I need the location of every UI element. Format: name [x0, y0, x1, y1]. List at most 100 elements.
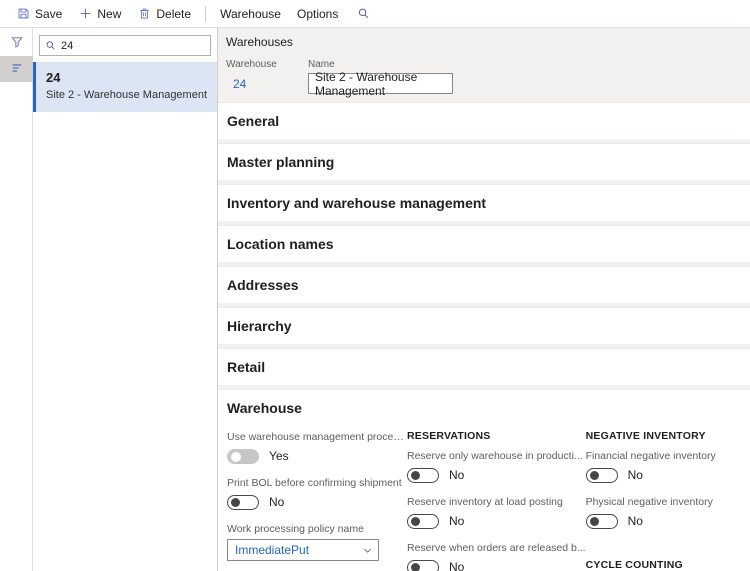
section-master-planning: Master planning [218, 143, 750, 180]
field-physical-negative-inventory: Physical negative inventory No [585, 495, 750, 530]
section-retail: Retail [218, 348, 750, 385]
search-icon [356, 7, 370, 21]
list-item-title: 24 [46, 70, 61, 85]
toggle-use-warehouse-management-processes[interactable] [227, 448, 259, 464]
header-fields: Warehouse 24 Name Site 2 - Warehouse Man… [226, 58, 750, 98]
field-physical-negative-inventory-label: Physical negative inventory [585, 496, 713, 508]
section-warehouse-header[interactable]: Warehouse [218, 390, 750, 426]
warehouse-field-label: Warehouse [226, 59, 277, 70]
section-master-planning-label: Master planning [227, 154, 335, 170]
menu-warehouse[interactable]: Warehouse [212, 0, 289, 27]
toggle-reserve-only-warehouse-in-production[interactable] [407, 467, 439, 483]
page-title: Warehouses [226, 35, 293, 49]
field-reserve-inventory-at-load-posting-label: Reserve inventory at load posting [407, 496, 563, 508]
toggle-use-warehouse-management-processes-value: Yes [269, 449, 289, 463]
list-item-subtitle: Site 2 - Warehouse Management [46, 89, 208, 101]
search-input[interactable] [61, 39, 205, 52]
toggle-financial-negative-inventory[interactable] [585, 467, 618, 483]
warehouse-field-value[interactable]: 24 [226, 73, 302, 94]
field-financial-negative-inventory-row: No [585, 466, 750, 484]
toggle-physical-negative-inventory[interactable] [585, 513, 618, 529]
section-retail-label: Retail [227, 359, 266, 375]
toggle-print-bol-before-confirming-shipment-value: No [269, 495, 285, 509]
left-icon-rail [0, 28, 33, 571]
trash-icon [137, 7, 151, 21]
toggle-physical-negative-inventory-value: No [627, 514, 643, 528]
warehouse-column-1: Use warehouse management proces... Yes P… [227, 430, 407, 571]
save-button[interactable]: Save [8, 0, 70, 27]
save-label: Save [35, 6, 63, 21]
toggle-print-bol-before-confirming-shipment[interactable] [227, 494, 259, 510]
column-3-spacer [586, 541, 750, 559]
section-warehouse-body: Use warehouse management proces... Yes P… [218, 426, 750, 571]
toggle-reserve-inventory-at-load-posting[interactable] [407, 513, 439, 529]
name-field: Name Site 2 - Warehouse Management [308, 58, 453, 98]
field-physical-negative-inventory-row: No [585, 512, 750, 530]
new-label: New [97, 6, 122, 21]
search-box[interactable] [39, 35, 211, 56]
group-title-reservations: Reservations [407, 430, 491, 442]
field-reserve-only-warehouse-in-production-label: Reserve only warehouse in producti... [407, 450, 583, 462]
section-hierarchy-label: Hierarchy [227, 318, 292, 334]
section-addresses-header[interactable]: Addresses [218, 267, 750, 303]
field-financial-negative-inventory-label: Financial negative inventory [585, 450, 716, 462]
list-pane-button[interactable] [0, 56, 33, 82]
filter-pane-button[interactable] [0, 30, 33, 56]
toggle-financial-negative-inventory-value: No [627, 468, 643, 482]
toggle-reserve-when-orders-are-released-value: No [449, 560, 465, 571]
field-use-warehouse-management-processes-row: Yes [227, 447, 407, 465]
search-icon [45, 40, 56, 52]
section-inventory-and-warehouse-management: Inventory and warehouse management [218, 184, 750, 221]
page-header: Warehouses Warehouse 24 Name Site 2 - Wa… [218, 28, 750, 102]
section-retail-header[interactable]: Retail [218, 349, 750, 385]
section-warehouse: Warehouse Use warehouse management proce… [218, 389, 750, 571]
new-button[interactable]: New [70, 0, 129, 27]
command-bar: Save New Delete Warehouse Options [0, 0, 750, 28]
section-inventory-and-warehouse-management-label: Inventory and warehouse management [227, 195, 487, 211]
section-addresses-label: Addresses [227, 277, 299, 293]
chevron-down-icon [362, 545, 373, 556]
field-reserve-inventory-at-load-posting-row: No [407, 512, 586, 530]
field-print-bol-before-confirming-shipment-row: No [227, 493, 407, 511]
list-icon [10, 61, 24, 78]
delete-button[interactable]: Delete [129, 0, 199, 27]
section-hierarchy-header[interactable]: Hierarchy [218, 308, 750, 344]
delete-label: Delete [156, 6, 192, 21]
dropdown-work-processing-policy-name[interactable]: ImmediatePut [227, 539, 379, 561]
section-general-header[interactable]: General [218, 103, 750, 139]
menu-options[interactable]: Options [289, 0, 346, 27]
field-reserve-only-warehouse-in-production-row: No [407, 466, 586, 484]
command-bar-search-button[interactable] [346, 0, 385, 27]
group-title-cycle-counting: Cycle counting [585, 559, 683, 571]
section-location-names-header[interactable]: Location names [218, 226, 750, 262]
field-reserve-when-orders-are-released-label: Reserve when orders are released b... [407, 542, 586, 554]
field-reserve-only-warehouse-in-production: Reserve only warehouse in producti... No [407, 449, 586, 484]
toggle-reserve-only-warehouse-in-production-value: No [449, 468, 465, 482]
records-list-pane: 24 Site 2 - Warehouse Management [33, 28, 218, 571]
section-hierarchy: Hierarchy [218, 307, 750, 344]
list-search-wrap [33, 28, 217, 62]
warehouse-column-2: Reservations Reserve only warehouse in p… [407, 430, 586, 571]
filter-icon [10, 35, 24, 52]
field-financial-negative-inventory: Financial negative inventory No [585, 449, 750, 484]
field-print-bol-before-confirming-shipment: Print BOL before confirming shipment No [227, 476, 407, 511]
section-general-label: General [227, 113, 280, 129]
field-work-processing-policy-name: Work processing policy name ImmediatePut [227, 522, 407, 561]
menu-warehouse-label: Warehouse [220, 6, 281, 21]
list-item[interactable]: 24 Site 2 - Warehouse Management [33, 62, 217, 112]
section-master-planning-header[interactable]: Master planning [218, 144, 750, 180]
warehouse-column-3: Negative inventory Financial negative in… [585, 430, 750, 571]
detail-content-pane: Warehouses Warehouse 24 Name Site 2 - Wa… [218, 28, 750, 571]
field-work-processing-policy-name-label: Work processing policy name [227, 523, 364, 535]
section-location-names: Location names [218, 225, 750, 262]
field-reserve-when-orders-are-released-row: No [407, 558, 586, 571]
section-location-names-label: Location names [227, 236, 334, 252]
field-reserve-when-orders-are-released: Reserve when orders are released b... No [407, 541, 586, 571]
section-inventory-and-warehouse-management-header[interactable]: Inventory and warehouse management [218, 185, 750, 221]
name-field-value[interactable]: Site 2 - Warehouse Management [308, 70, 453, 98]
toggle-reserve-when-orders-are-released[interactable] [407, 559, 439, 571]
command-bar-divider [205, 5, 207, 22]
section-general: General [218, 102, 750, 139]
group-title-negative-inventory: Negative inventory [585, 430, 706, 442]
toggle-reserve-inventory-at-load-posting-value: No [449, 514, 465, 528]
